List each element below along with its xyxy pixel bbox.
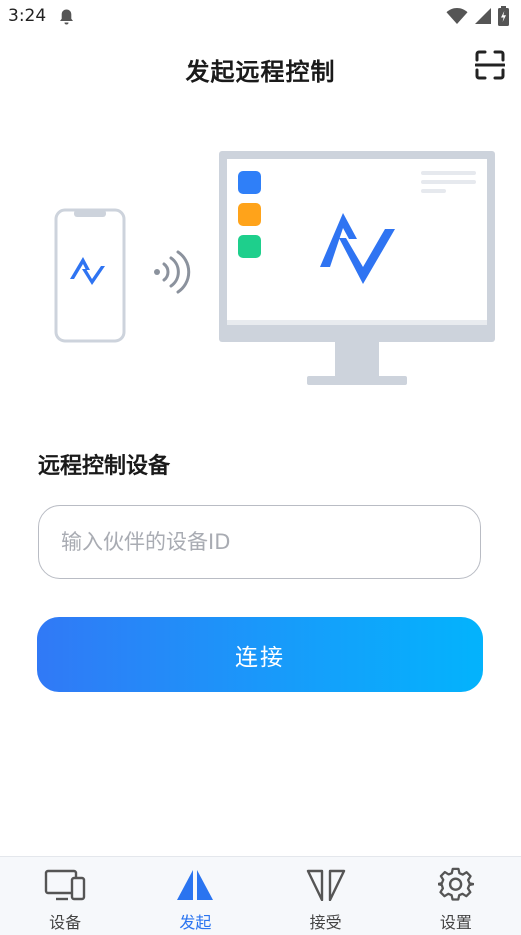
nav-item-settings[interactable]: 设置	[391, 857, 521, 935]
accept-icon	[304, 867, 348, 903]
app-tile-orange	[238, 203, 261, 226]
page-title: 发起远程控制	[185, 58, 336, 86]
app-tile-blue	[238, 171, 261, 194]
nav-label-settings: 设置	[439, 913, 472, 932]
devices-icon	[43, 867, 87, 903]
nav-label-devices: 设备	[49, 913, 82, 932]
phone-icon	[54, 208, 126, 343]
hero-illustration	[0, 140, 521, 400]
nav-item-devices[interactable]: 设备	[0, 857, 130, 935]
cell-signal-icon	[474, 7, 492, 29]
wifi-icon	[446, 7, 468, 29]
nav-label-accept: 接受	[309, 913, 342, 932]
device-id-input[interactable]	[38, 505, 481, 579]
status-time: 3:24	[8, 6, 47, 26]
signal-waves-icon	[154, 250, 191, 294]
nav-item-initiate[interactable]: 发起	[130, 857, 260, 935]
scan-button[interactable]	[473, 50, 507, 84]
status-bar: 3:24	[0, 0, 521, 34]
app-header: 发起远程控制	[0, 40, 521, 96]
bottom-nav: 设备 发起 接受 设置	[0, 856, 521, 935]
section-label: 远程控制设备	[38, 454, 171, 479]
nav-item-accept[interactable]: 接受	[261, 857, 391, 935]
scan-icon	[474, 50, 506, 84]
initiate-icon	[173, 867, 217, 903]
notification-bell-icon	[58, 8, 75, 30]
app-tile-green	[238, 235, 261, 258]
settings-gear-icon	[434, 867, 478, 903]
connect-button[interactable]: 连接	[37, 617, 483, 692]
battery-charging-icon	[498, 6, 509, 30]
nav-label-initiate: 发起	[179, 913, 212, 932]
